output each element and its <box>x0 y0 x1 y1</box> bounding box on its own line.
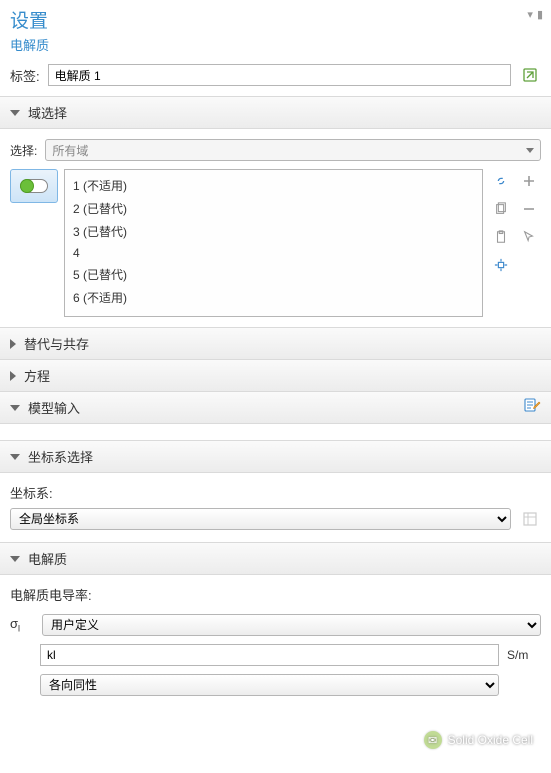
label-caption: 标签: <box>10 66 40 85</box>
frame-icon <box>522 511 538 527</box>
label-row: 标签: <box>0 58 551 96</box>
link-icon[interactable] <box>489 169 513 193</box>
conductivity-expression-input[interactable] <box>40 644 499 666</box>
chevron-down-icon <box>10 556 20 562</box>
section-override-title: 替代与共存 <box>24 334 89 353</box>
sigma-symbol: σl <box>10 616 34 634</box>
chevron-down-icon <box>10 110 20 116</box>
panel-subtitle: 电解质 <box>10 35 541 54</box>
coord-frame-button[interactable] <box>519 508 541 530</box>
wechat-icon: ✉ <box>424 731 442 749</box>
settings-panel: 设置 电解质 ▾ ▮ 标签: 域选择 选择: 所有域 <box>0 0 551 706</box>
panel-header-controls: ▾ ▮ <box>527 8 543 21</box>
copy-icon[interactable] <box>489 197 513 221</box>
minus-icon[interactable] <box>517 197 541 221</box>
domain-select[interactable]: 所有域 <box>45 139 541 161</box>
cursor-icon[interactable] <box>517 225 541 249</box>
domain-select-row: 选择: 所有域 <box>10 139 541 161</box>
domain-select-label: 选择: <box>10 142 37 159</box>
section-domain-selection-body: 选择: 所有域 1 (不适用) 2 (已替代) 3 (已替代) 4 5 (已替代… <box>0 129 551 327</box>
target-icon[interactable] <box>489 253 513 277</box>
conductivity-inputs: S/m 各向同性 <box>10 644 541 696</box>
label-input[interactable] <box>48 64 511 86</box>
domain-tool-column <box>489 169 541 279</box>
section-coord-body: 坐标系: 全局坐标系 <box>0 473 551 542</box>
section-electrolyte-title: 电解质 <box>28 549 67 568</box>
domain-area: 1 (不适用) 2 (已替代) 3 (已替代) 4 5 (已替代) 6 (不适用… <box>10 169 541 317</box>
domain-listbox[interactable]: 1 (不适用) 2 (已替代) 3 (已替代) 4 5 (已替代) 6 (不适用… <box>64 169 483 317</box>
edit-note-icon <box>523 396 541 414</box>
section-coord-title: 坐标系选择 <box>28 447 93 466</box>
isotropy-select[interactable]: 各向同性 <box>40 674 499 696</box>
section-equation-title: 方程 <box>24 366 50 385</box>
conductivity-label: 电解质电导率: <box>10 585 92 604</box>
list-item[interactable]: 3 (已替代) <box>73 220 474 243</box>
section-model-input-body <box>0 424 551 440</box>
paste-icon[interactable] <box>489 225 513 249</box>
conductivity-unit: S/m <box>507 648 541 662</box>
list-item[interactable]: 6 (不适用) <box>73 286 474 309</box>
coord-select[interactable]: 全局坐标系 <box>10 508 511 530</box>
domain-active-toggle[interactable] <box>10 169 58 203</box>
section-equation-header[interactable]: 方程 <box>0 360 551 392</box>
plus-icon[interactable] <box>517 169 541 193</box>
open-external-icon <box>522 67 538 83</box>
panel-header: 设置 电解质 ▾ ▮ <box>0 0 551 58</box>
spacer <box>517 253 541 277</box>
list-item[interactable]: 1 (不适用) <box>73 174 474 197</box>
watermark: ✉ Solid Oxide Cell <box>424 731 533 749</box>
coord-label: 坐标系: <box>10 483 53 502</box>
edit-note-button[interactable] <box>523 396 541 417</box>
section-model-input-title: 模型输入 <box>28 398 80 417</box>
section-electrolyte-header[interactable]: 电解质 <box>0 542 551 575</box>
chevron-down-icon <box>10 454 20 460</box>
chevron-right-icon <box>10 371 16 381</box>
domain-toggle-column <box>10 169 58 203</box>
domain-select-value: 所有域 <box>52 142 88 159</box>
chevron-right-icon <box>10 339 16 349</box>
section-override-header[interactable]: 替代与共存 <box>0 327 551 360</box>
section-domain-selection-title: 域选择 <box>28 103 67 122</box>
open-external-button[interactable] <box>519 64 541 86</box>
conductivity-type-select[interactable]: 用户定义 <box>42 614 541 636</box>
section-domain-selection-header[interactable]: 域选择 <box>0 96 551 129</box>
watermark-text: Solid Oxide Cell <box>448 733 533 747</box>
list-item[interactable]: 4 <box>73 243 474 263</box>
pin-icon[interactable]: ▮ <box>537 8 543 21</box>
section-coord-header[interactable]: 坐标系选择 <box>0 440 551 473</box>
switch-icon <box>20 179 48 193</box>
chevron-down-icon <box>10 405 20 411</box>
section-electrolyte-body: 电解质电导率: σl 用户定义 S/m 各向同性 <box>0 575 551 706</box>
list-item[interactable]: 2 (已替代) <box>73 197 474 220</box>
minimize-icon[interactable]: ▾ <box>527 8 533 21</box>
section-model-input-header[interactable]: 模型输入 <box>0 392 551 424</box>
panel-title: 设置 <box>10 6 541 33</box>
list-item[interactable]: 5 (已替代) <box>73 263 474 286</box>
chevron-down-icon <box>526 148 534 153</box>
